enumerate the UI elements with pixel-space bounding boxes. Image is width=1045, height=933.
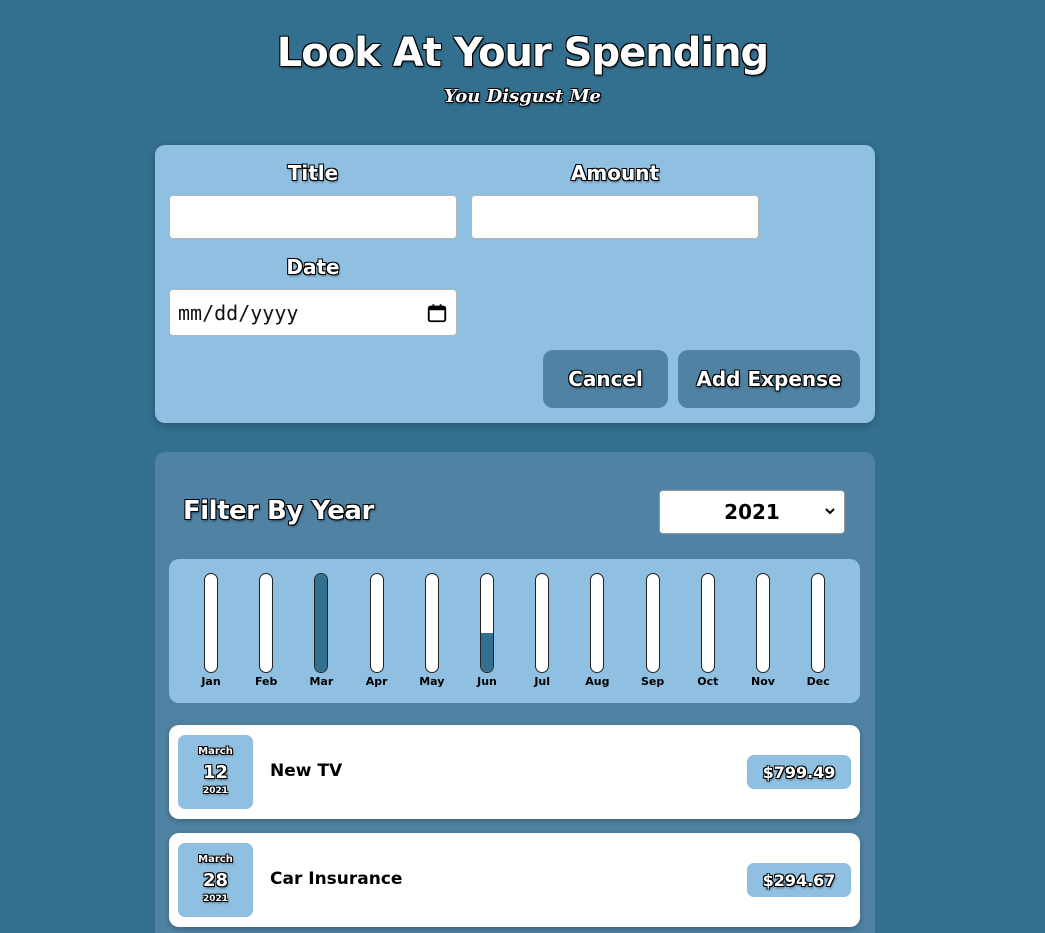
expense-date-day: 28	[202, 870, 229, 891]
chart-bar-fill-mar	[315, 574, 328, 672]
chart-bar-dec	[811, 573, 826, 673]
chart-bar-fill-jun	[481, 632, 493, 672]
expense-item[interactable]: March 28 2021 Car Insurance $294.67	[169, 833, 860, 927]
expenses-chart: Jan Feb Mar Apr May Jun Jul Aug Sep Oct Nov Dec	[169, 559, 860, 703]
chart-bar-label: Feb	[254, 675, 278, 688]
chart-bar-may	[424, 573, 439, 673]
expense-date-year: 2021	[202, 894, 229, 904]
chart-bar-feb	[259, 573, 274, 673]
year-select-value: 2021	[724, 500, 780, 524]
expense-title: New TV	[270, 761, 343, 781]
chart-bar-label: Apr	[365, 675, 388, 688]
chart-bar-label: Jun	[477, 675, 497, 688]
add-expense-button[interactable]: Add Expense	[678, 350, 860, 408]
title-input[interactable]	[169, 195, 457, 239]
chart-bar-jan	[204, 573, 218, 673]
chart-bar-label: May	[419, 675, 445, 688]
chart-bar-jul	[535, 573, 550, 673]
new-expense-form: Title Amount Date mm/dd/yyyy Cancel Add …	[155, 145, 875, 423]
expense-date-month: March	[198, 746, 233, 757]
year-select[interactable]: 2021	[659, 490, 845, 534]
chart-bar-label: Oct	[697, 675, 719, 688]
chart-bar-apr	[369, 573, 384, 673]
chart-bar-label: Sep	[640, 675, 665, 688]
chevron-down-icon	[825, 508, 835, 515]
page-subtitle: You Disgust Me	[444, 86, 601, 107]
chart-bar-jun	[480, 573, 494, 673]
expense-date-year: 2021	[202, 786, 229, 796]
chart-bar-sep	[645, 573, 660, 673]
chart-bar-label: Jan	[201, 675, 221, 688]
expenses-panel: Filter By Year 2021 Jan Feb Mar Apr May Jun Ju…	[155, 452, 875, 933]
chart-bar-label: Dec	[806, 675, 830, 688]
amount-input[interactable]	[471, 195, 759, 239]
chart-bar-label: Nov	[751, 675, 775, 688]
filter-label: Filter By Year	[183, 496, 374, 526]
calendar-icon[interactable]	[426, 302, 448, 324]
chart-bar-label: Jul	[534, 675, 551, 688]
expense-date-month: March	[198, 854, 233, 865]
expense-date: March 28 2021	[177, 842, 254, 918]
chart-bar-label: Aug	[585, 675, 610, 688]
chart-bar-mar	[314, 573, 329, 673]
date-placeholder: mm/dd/yyyy	[178, 300, 299, 325]
expense-title: Car Insurance	[270, 869, 403, 889]
expense-amount: $294.67	[746, 862, 852, 898]
page-title: Look At Your Spending	[276, 30, 769, 76]
chart-bar-oct	[700, 573, 715, 673]
chart-bar-label: Mar	[309, 675, 334, 688]
amount-label: Amount	[570, 161, 660, 185]
chart-bar-nov	[756, 573, 770, 673]
cancel-button[interactable]: Cancel	[543, 350, 668, 408]
title-label: Title	[287, 161, 339, 185]
expense-date: March 12 2021	[177, 734, 254, 810]
expense-item[interactable]: March 12 2021 New TV $799.49	[169, 725, 860, 819]
expense-date-day: 12	[202, 762, 229, 783]
date-input[interactable]: mm/dd/yyyy	[169, 289, 457, 336]
date-label: Date	[286, 255, 340, 279]
chart-bar-aug	[590, 573, 605, 673]
expense-amount: $799.49	[746, 754, 852, 790]
